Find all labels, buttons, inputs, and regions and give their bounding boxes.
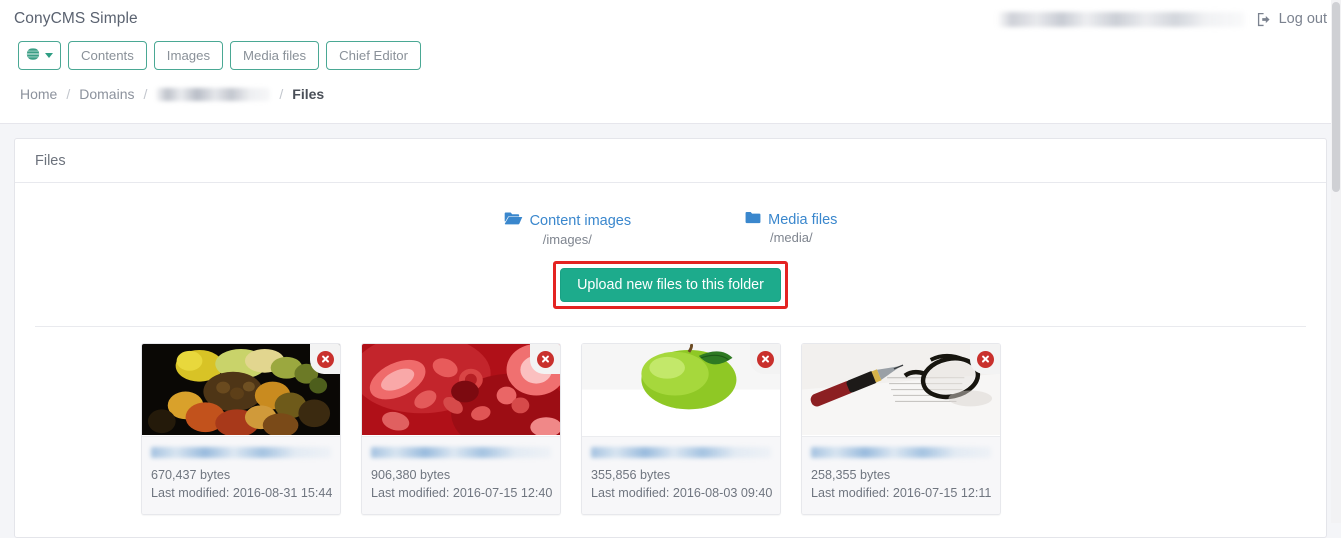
breadcrumb: Home / Domains / / Files	[20, 86, 324, 102]
file-card-list: 670,437 bytes Last modified: 2016-08-31 …	[35, 327, 1306, 515]
file-name-redacted[interactable]	[151, 447, 331, 458]
panel-header: Files	[15, 139, 1326, 183]
breadcrumb-separator: /	[143, 86, 148, 102]
breadcrumb-separator: /	[279, 86, 284, 102]
nav-button-chief-editor[interactable]: Chief Editor	[326, 41, 421, 70]
file-card[interactable]: 670,437 bytes Last modified: 2016-08-31 …	[141, 343, 341, 515]
folder-links: Content images /images/ Media files /med…	[35, 201, 1306, 247]
delete-file-button[interactable]	[970, 344, 1000, 374]
username-redacted	[996, 11, 1245, 27]
file-size: 258,355 bytes	[811, 468, 891, 482]
file-modified: Last modified: 2016-07-15 12:11	[811, 486, 992, 500]
folder-open-icon	[504, 211, 523, 230]
file-thumbnail[interactable]	[582, 344, 780, 436]
folder-media-files-path: /media/	[769, 230, 813, 245]
file-card-footer: 906,380 bytes Last modified: 2016-07-15 …	[362, 436, 560, 514]
file-name-redacted[interactable]	[591, 447, 771, 458]
logout-link[interactable]: Log out	[1257, 11, 1327, 27]
delete-circle-icon	[316, 350, 334, 368]
top-header-bar: ConyCMS Simple Log out Contents Images M…	[0, 0, 1341, 124]
folder-content-images-label: Content images	[529, 212, 632, 229]
file-thumbnail[interactable]	[362, 344, 560, 436]
upload-row: Upload new files to this folder	[35, 261, 1306, 309]
delete-circle-icon	[976, 350, 994, 368]
file-card-footer: 670,437 bytes Last modified: 2016-08-31 …	[142, 436, 340, 514]
scrollbar-thumb[interactable]	[1332, 2, 1340, 192]
panel-body: Content images /images/ Media files /med…	[15, 183, 1326, 515]
folder-content-images: Content images /images/	[504, 211, 632, 247]
page-scrollbar[interactable]	[1331, 0, 1341, 523]
nav-button-contents[interactable]: Contents	[68, 41, 147, 70]
main-nav-buttons: Contents Images Media files Chief Editor	[18, 41, 421, 70]
breadcrumb-item-domains[interactable]: Domains	[79, 86, 134, 102]
file-modified: Last modified: 2016-08-31 15:44	[151, 486, 333, 500]
file-card[interactable]: 906,380 bytes Last modified: 2016-07-15 …	[361, 343, 561, 515]
folder-content-images-path: /images/	[542, 232, 592, 247]
caret-down-icon	[45, 53, 53, 58]
folder-content-images-link[interactable]: Content images	[504, 211, 632, 230]
globe-icon	[23, 47, 43, 64]
folder-media-files-label: Media files	[768, 211, 838, 228]
file-size: 670,437 bytes	[151, 468, 231, 482]
file-modified: Last modified: 2016-07-15 12:40	[371, 486, 553, 500]
file-card[interactable]: 258,355 bytes Last modified: 2016-07-15 …	[801, 343, 1001, 515]
delete-circle-icon	[536, 350, 554, 368]
logout-label: Log out	[1278, 11, 1327, 27]
folder-media-files: Media files /media/	[745, 211, 837, 247]
file-card-footer: 258,355 bytes Last modified: 2016-07-15 …	[802, 436, 1000, 514]
upload-button-highlight: Upload new files to this folder	[553, 261, 788, 309]
breadcrumb-separator: /	[66, 86, 71, 102]
delete-file-button[interactable]	[310, 344, 340, 374]
breadcrumb-item-home[interactable]: Home	[20, 86, 57, 102]
file-card-footer: 355,856 bytes Last modified: 2016-08-03 …	[582, 436, 780, 514]
page-title: Files	[35, 152, 66, 169]
file-size: 906,380 bytes	[371, 468, 451, 482]
delete-file-button[interactable]	[530, 344, 560, 374]
file-modified: Last modified: 2016-08-03 09:40	[591, 486, 773, 500]
file-name-redacted[interactable]	[811, 447, 991, 458]
file-thumbnail[interactable]	[802, 344, 1000, 436]
file-size: 355,856 bytes	[591, 468, 671, 482]
sign-out-icon	[1257, 12, 1272, 27]
files-panel: Files Content images /images/ Media file…	[14, 138, 1327, 538]
folder-media-files-link[interactable]: Media files	[745, 211, 837, 228]
file-card[interactable]: 355,856 bytes Last modified: 2016-08-03 …	[581, 343, 781, 515]
file-thumbnail[interactable]	[142, 344, 340, 436]
nav-button-media-files[interactable]: Media files	[230, 41, 320, 70]
user-area: Log out	[996, 11, 1327, 27]
breadcrumb-item-domain-redacted[interactable]	[156, 87, 271, 101]
file-name-redacted[interactable]	[371, 447, 551, 458]
nav-button-images[interactable]: Images	[153, 41, 224, 70]
upload-files-button[interactable]: Upload new files to this folder	[560, 268, 781, 302]
app-brand-title: ConyCMS Simple	[14, 10, 138, 27]
delete-circle-icon	[756, 350, 774, 368]
breadcrumb-item-files: Files	[292, 86, 325, 102]
language-selector-button[interactable]	[18, 41, 61, 70]
folder-closed-icon	[745, 211, 761, 228]
delete-file-button[interactable]	[750, 344, 780, 374]
